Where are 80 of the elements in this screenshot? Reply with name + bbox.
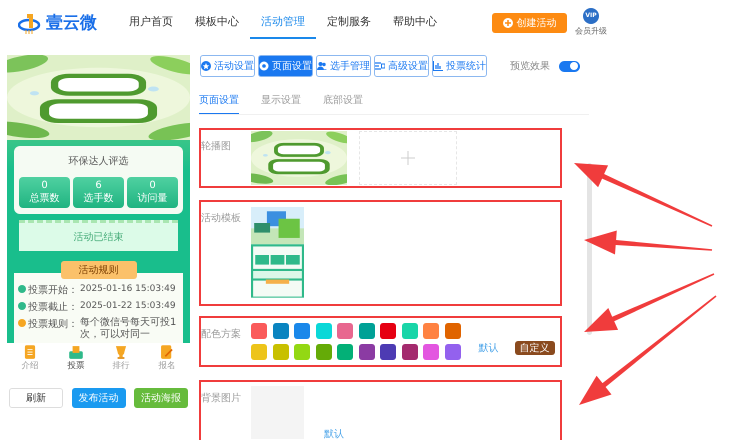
- color-swatch[interactable]: [444, 323, 460, 339]
- bottom-nav-item[interactable]: 投票: [67, 344, 84, 372]
- stat-value: 6: [95, 180, 102, 191]
- toolbar-button[interactable]: 选手管理: [316, 55, 371, 77]
- color-swatch[interactable]: [272, 323, 288, 339]
- section-label: 配色方案: [201, 328, 242, 342]
- sub-tab[interactable]: 页面设置: [199, 89, 239, 114]
- toolbar-button[interactable]: 页面设置: [258, 55, 313, 77]
- action-button[interactable]: 活动海报: [134, 388, 188, 408]
- stat-label: 选手数: [84, 192, 114, 205]
- clock-icon: [18, 302, 26, 310]
- rule-value: 2025-01-16 15:03:49: [80, 283, 176, 295]
- logo-text: 壹云微: [46, 12, 97, 34]
- sliders-icon: [375, 61, 385, 71]
- nav-tab[interactable]: 模板中心: [184, 6, 250, 39]
- document-icon: [22, 344, 38, 360]
- rule-label: 投票规则：: [28, 318, 78, 331]
- section-label: 背景图片: [201, 392, 242, 406]
- preview-label: 预览效果: [510, 60, 550, 73]
- color-swatch[interactable]: [294, 344, 310, 360]
- color-swatch[interactable]: [358, 323, 374, 339]
- star-icon: [201, 61, 211, 71]
- section-label: 轮播图: [201, 140, 232, 154]
- bar-chart-icon: [433, 61, 443, 71]
- rule-value: 2025-01-22 15:03:49: [80, 300, 176, 312]
- upgrade-label[interactable]: 会员升级: [575, 24, 607, 36]
- default-link[interactable]: 默认: [324, 427, 344, 440]
- info-icon: [18, 319, 26, 327]
- nav-tab[interactable]: 帮助中心: [382, 6, 448, 39]
- stat-label: 访问量: [138, 192, 168, 205]
- action-button[interactable]: 发布活动: [72, 388, 126, 408]
- bottom-nav-item[interactable]: 介绍: [21, 344, 38, 372]
- pencil-icon: [159, 344, 175, 360]
- bottom-nav-item[interactable]: 排行: [112, 344, 130, 372]
- color-swatch[interactable]: [423, 344, 439, 360]
- stat-label: 总票数: [30, 192, 60, 205]
- stat-value: 0: [149, 180, 156, 191]
- color-swatch[interactable]: [316, 344, 332, 360]
- sub-tab[interactable]: 显示设置: [261, 89, 301, 114]
- ballot-icon: [68, 344, 84, 360]
- clock-icon: [18, 285, 26, 293]
- plus-icon: [401, 151, 415, 165]
- color-swatch[interactable]: [380, 323, 396, 339]
- color-swatch[interactable]: [423, 323, 439, 339]
- preview-toggle[interactable]: [559, 60, 580, 72]
- color-swatch[interactable]: [444, 344, 460, 360]
- color-swatch[interactable]: [272, 344, 288, 360]
- nav-tab[interactable]: 用户首页: [118, 6, 184, 39]
- color-swatch[interactable]: [251, 323, 267, 339]
- section-label: 活动模板: [201, 212, 242, 226]
- plus-icon: [502, 18, 512, 28]
- color-swatch[interactable]: [337, 323, 353, 339]
- color-swatch[interactable]: [294, 323, 310, 339]
- rule-label: 投票截止：: [28, 300, 78, 314]
- toolbar-button[interactable]: 高级设置: [374, 55, 429, 77]
- color-swatch[interactable]: [316, 323, 332, 339]
- color-swatch[interactable]: [380, 344, 396, 360]
- toolbar-button[interactable]: 投票统计: [432, 55, 487, 77]
- bottom-nav-item[interactable]: 报名: [158, 344, 176, 372]
- toolbar-button[interactable]: 活动设置: [200, 55, 255, 77]
- nav-tab[interactable]: 活动管理: [250, 6, 316, 39]
- nav-tab[interactable]: 定制服务: [316, 6, 382, 39]
- status-banner: 活动已结束: [19, 220, 178, 251]
- sub-tab[interactable]: 底部设置: [323, 89, 363, 114]
- action-button[interactable]: 刷新: [9, 388, 63, 408]
- rules-ribbon: 活动规则: [60, 261, 136, 279]
- rule-value: 每个微信号每天可投1次，可以对同一: [80, 317, 178, 341]
- color-swatch[interactable]: [358, 344, 374, 360]
- custom-button[interactable]: 自定义: [514, 341, 554, 355]
- color-swatch[interactable]: [251, 344, 267, 360]
- activity-title: 环保达人评选: [68, 154, 128, 168]
- default-link[interactable]: 默认: [478, 341, 498, 355]
- color-swatch[interactable]: [402, 323, 418, 339]
- settings-icon: [259, 61, 269, 71]
- rule-label: 投票开始：: [28, 284, 78, 297]
- create-button[interactable]: 创建活动: [492, 12, 567, 32]
- users-icon: [317, 61, 327, 71]
- stat-value: 0: [41, 180, 48, 191]
- color-swatch[interactable]: [402, 344, 418, 360]
- color-swatch[interactable]: [337, 344, 353, 360]
